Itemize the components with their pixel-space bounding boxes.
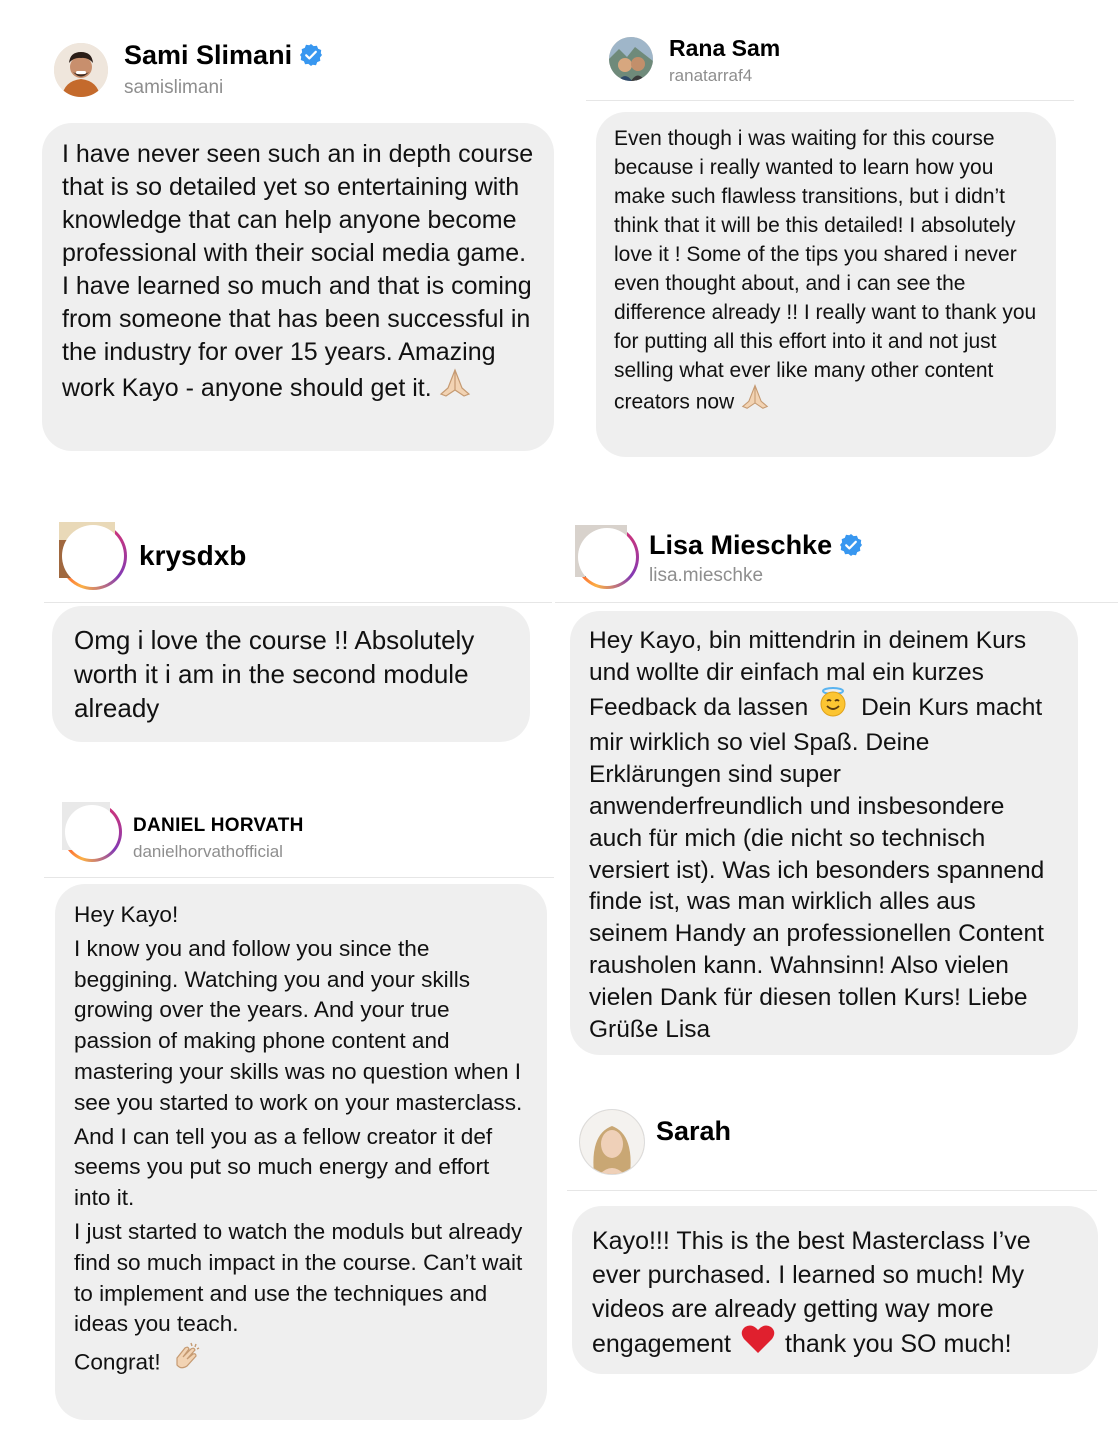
author-name[interactable]: Rana Sam: [669, 35, 780, 62]
author-name-text: Lisa Mieschke: [649, 530, 833, 560]
folded-hands-icon: [740, 382, 770, 418]
author-name[interactable]: Sarah: [656, 1116, 731, 1147]
message-text-after: thank you SO much!: [785, 1330, 1012, 1359]
verified-badge-icon: [839, 533, 863, 557]
author-name[interactable]: Sami Slimani: [124, 40, 323, 71]
header-divider: [555, 602, 1118, 603]
verified-badge-icon: [299, 43, 323, 67]
red-heart-icon: [741, 1324, 775, 1363]
message-bubble: Kayo!!! This is the best Masterclass I’v…: [572, 1206, 1098, 1374]
author-handle[interactable]: ranatarraf4: [669, 66, 752, 86]
story-ring[interactable]: [575, 525, 639, 589]
message-bubble: Hey Kayo! I know you and follow you sinc…: [55, 884, 547, 1420]
avatar-rana[interactable]: [609, 37, 653, 81]
header-divider: [567, 1190, 1097, 1191]
clapping-hands-icon: [171, 1340, 203, 1381]
story-ring[interactable]: [62, 802, 122, 862]
avatar-sarah-image: [580, 1110, 644, 1174]
story-ring-gap: [62, 525, 124, 587]
message-text-after: Dein Kurs macht mir wirklich so viel Spa…: [589, 693, 1045, 1043]
comment-card-sami: Sami Slimani samislimani I have never se…: [0, 0, 560, 470]
author-name[interactable]: DANIEL HORVATH: [133, 815, 304, 837]
author-handle[interactable]: lisa.mieschke: [649, 565, 763, 587]
folded-hands-icon: [438, 366, 472, 407]
avatar-sami[interactable]: [54, 43, 108, 97]
message-closing: Congrat!: [74, 1340, 531, 1384]
message-text: Even though i was waiting for this cours…: [614, 127, 1037, 414]
smiling-face-with-halo-icon: [818, 686, 848, 726]
story-ring-gap: [578, 528, 636, 586]
author-name[interactable]: Lisa Mieschke: [649, 530, 863, 561]
message-paragraph: I know you and follow you since the begg…: [74, 935, 523, 1115]
comment-card-daniel: DANIEL HORVATH danielhorvathofficial Hey…: [0, 780, 560, 1440]
comment-card-lisa: Lisa Mieschke lisa.mieschke Hey Kayo, bi…: [555, 500, 1118, 1070]
message-text: Omg i love the course !! Absolutely wort…: [74, 625, 475, 723]
avatar-rana-image: [609, 37, 653, 81]
avatar-sami-image: [54, 43, 108, 97]
avatar-sarah[interactable]: [579, 1109, 645, 1175]
story-ring-gap: [65, 805, 119, 859]
header-divider: [44, 877, 554, 878]
comment-card-rana: Rana Sam ranatarraf4 Even though i was w…: [580, 0, 1118, 470]
message-text: I have never seen such an in depth cours…: [62, 140, 534, 403]
comment-card-krysdxb: krysdxb Omg i love the course !! Absolut…: [0, 500, 560, 760]
author-name[interactable]: krysdxb: [139, 540, 246, 572]
author-name-text: Sami Slimani: [124, 40, 293, 70]
header-divider: [586, 100, 1074, 101]
story-ring[interactable]: [59, 522, 127, 590]
message-paragraph: And I can tell you as a fellow creator i…: [74, 1123, 493, 1211]
comment-card-sarah: Sarah Kayo!!! This is the best Mastercla…: [560, 1090, 1118, 1440]
header-divider: [44, 602, 552, 603]
message-bubble: Even though i was waiting for this cours…: [596, 112, 1056, 457]
message-bubble: Hey Kayo, bin mittendrin in deinem Kurs …: [570, 611, 1078, 1055]
message-paragraph: I just started to watch the moduls but a…: [74, 1218, 523, 1337]
message-bubble: Omg i love the course !! Absolutely wort…: [52, 606, 530, 742]
author-handle[interactable]: danielhorvathofficial: [133, 842, 283, 862]
message-bubble: I have never seen such an in depth cours…: [42, 123, 554, 451]
message-closing-text: Congrat!: [74, 1349, 161, 1375]
message-paragraph: Hey Kayo!: [74, 902, 179, 927]
author-handle[interactable]: samislimani: [124, 77, 223, 99]
